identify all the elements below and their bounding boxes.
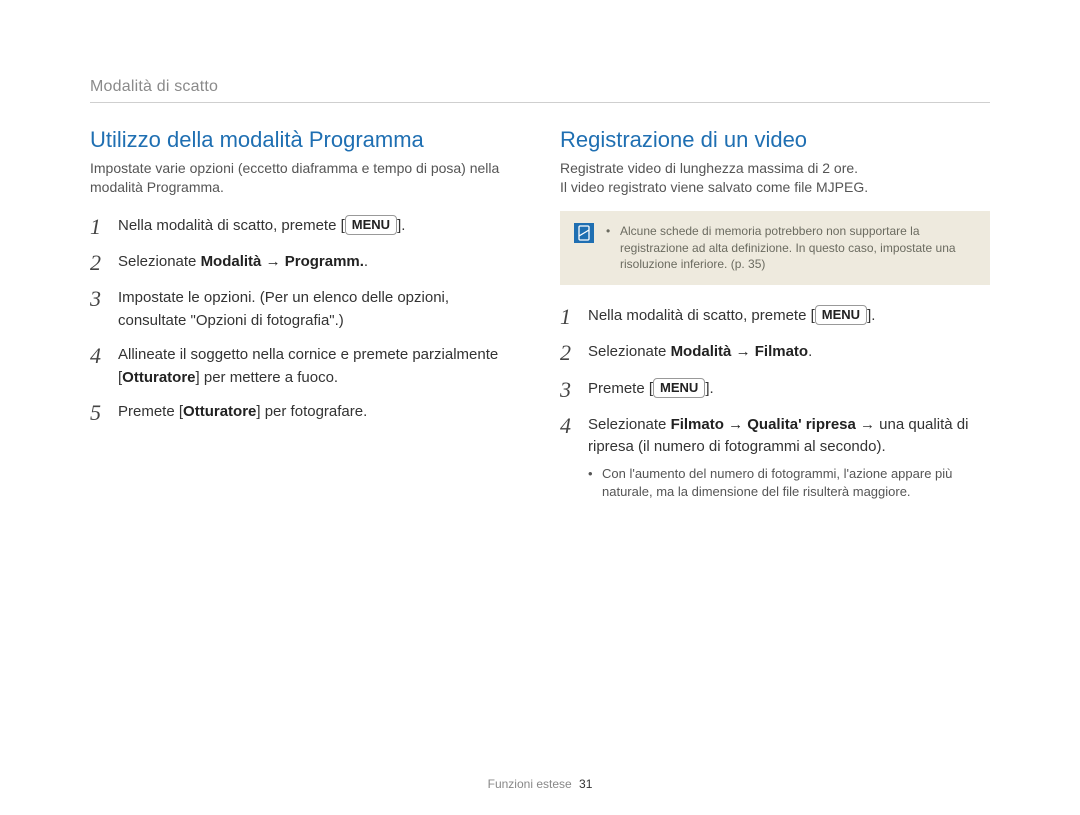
- step-row: 3 Premete [MENU].: [560, 378, 990, 402]
- note-text: Alcune schede di memoria potrebbero non …: [606, 223, 976, 273]
- step-row: 4 Selezionate Filmato → Qualita' ripresa…: [560, 414, 990, 501]
- text: .: [364, 253, 368, 270]
- text: Nella modalità di scatto, premete [: [118, 217, 345, 234]
- step-text: Impostate le opzioni. (Per un elenco del…: [118, 287, 520, 332]
- manual-page: Modalità di scatto Utilizzo della modali…: [0, 0, 1080, 815]
- step-text: Nella modalità di scatto, premete [MENU]…: [588, 305, 990, 329]
- menu-button-label: MENU: [345, 215, 397, 235]
- text: ].: [867, 307, 875, 324]
- text: Selezionate: [118, 253, 201, 270]
- step-sub-bullet: Con l'aumento del numero di fotogrammi, …: [588, 465, 990, 501]
- content-columns: Utilizzo della modalità Programma Impost…: [90, 127, 990, 501]
- step-text: Nella modalità di scatto, premete [MENU]…: [118, 215, 520, 239]
- text: ].: [397, 217, 405, 234]
- text: ] per fotografare.: [256, 403, 367, 420]
- text: Selezionate: [588, 416, 671, 433]
- step-row: 4 Allineate il soggetto nella cornice e …: [90, 344, 520, 389]
- intro-right-2: Il video registrato viene salvato come f…: [560, 178, 990, 197]
- step-text: Premete [Otturatore] per fotografare.: [118, 401, 520, 425]
- step-number: 1: [90, 215, 108, 239]
- step-number: 1: [560, 305, 578, 329]
- menu-button-label: MENU: [653, 378, 705, 398]
- step-text: Selezionate Modalità → Filmato.: [588, 341, 990, 365]
- bold-text: Filmato → Qualita' ripresa: [671, 416, 856, 433]
- step-number: 3: [90, 287, 108, 332]
- text: Premete [: [118, 403, 183, 420]
- step-text: Premete [MENU].: [588, 378, 990, 402]
- step-row: 2 Selezionate Modalità → Programm..: [90, 251, 520, 275]
- note-box: Alcune schede di memoria potrebbero non …: [560, 211, 990, 285]
- step-number: 4: [560, 414, 578, 501]
- text: Premete [: [588, 380, 653, 397]
- text: ].: [705, 380, 713, 397]
- section-title-right: Registrazione di un video: [560, 127, 990, 153]
- intro-left: Impostate varie opzioni (eccetto diafram…: [90, 159, 520, 197]
- step-row: 1 Nella modalità di scatto, premete [MEN…: [560, 305, 990, 329]
- running-head: Modalità di scatto: [90, 78, 990, 96]
- menu-button-label: MENU: [815, 305, 867, 325]
- step-row: 2 Selezionate Modalità → Filmato.: [560, 341, 990, 365]
- text: .: [808, 343, 812, 360]
- divider: [90, 102, 990, 103]
- step-number: 2: [90, 251, 108, 275]
- step-number: 3: [560, 378, 578, 402]
- left-column: Utilizzo della modalità Programma Impost…: [90, 127, 520, 501]
- note-bullet: Alcune schede di memoria potrebbero non …: [606, 223, 976, 273]
- step-number: 5: [90, 401, 108, 425]
- bold-text: Otturatore: [183, 403, 256, 420]
- note-icon: [574, 223, 594, 243]
- bold-text: Modalità → Programm.: [201, 253, 364, 270]
- step-text: Selezionate Filmato → Qualita' ripresa →…: [588, 414, 990, 501]
- intro-right-1: Registrate video di lunghezza massima di…: [560, 159, 990, 178]
- steps-right: 1 Nella modalità di scatto, premete [MEN…: [560, 305, 990, 501]
- bold-text: Otturatore: [122, 369, 195, 386]
- footer-page-number: 31: [579, 777, 592, 791]
- section-title-left: Utilizzo della modalità Programma: [90, 127, 520, 153]
- right-column: Registrazione di un video Registrate vid…: [560, 127, 990, 501]
- step-text: Selezionate Modalità → Programm..: [118, 251, 520, 275]
- step-row: 1 Nella modalità di scatto, premete [MEN…: [90, 215, 520, 239]
- step-number: 4: [90, 344, 108, 389]
- text: Nella modalità di scatto, premete [: [588, 307, 815, 324]
- bold-text: Modalità → Filmato: [671, 343, 809, 360]
- footer-label: Funzioni estese: [488, 777, 572, 791]
- step-text: Allineate il soggetto nella cornice e pr…: [118, 344, 520, 389]
- page-footer: Funzioni estese 31: [0, 777, 1080, 791]
- step-number: 2: [560, 341, 578, 365]
- step-row: 5 Premete [Otturatore] per fotografare.: [90, 401, 520, 425]
- text: Selezionate: [588, 343, 671, 360]
- text: ] per mettere a fuoco.: [196, 369, 339, 386]
- steps-left: 1 Nella modalità di scatto, premete [MEN…: [90, 215, 520, 426]
- step-row: 3 Impostate le opzioni. (Per un elenco d…: [90, 287, 520, 332]
